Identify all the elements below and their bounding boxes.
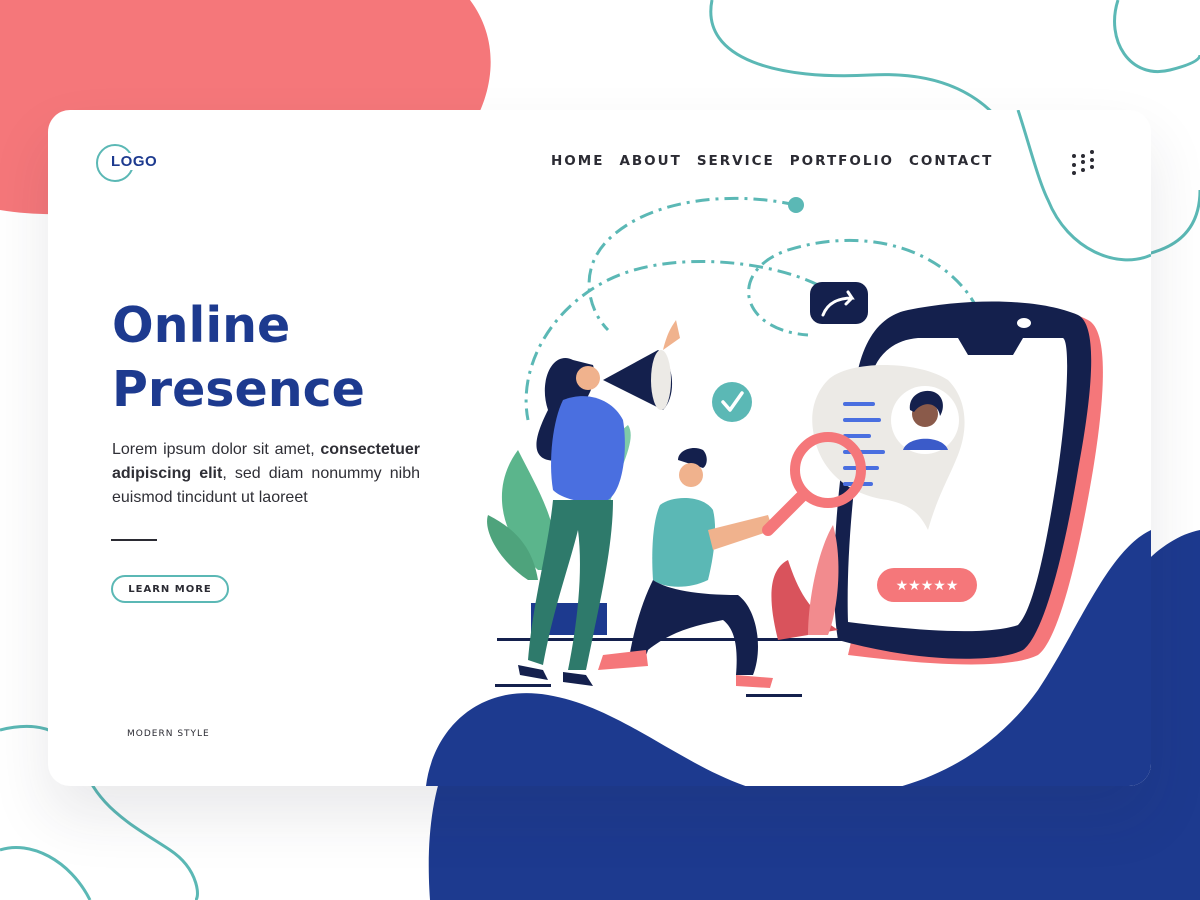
- ground-line-3: [746, 694, 802, 697]
- teal-curve-corner: [1113, 0, 1200, 73]
- woman-shirt: [551, 396, 625, 502]
- profile-line: [843, 418, 881, 422]
- landing-card: ★★★★★ LOGO HOME ABOUT SERVICE PORTFOLIO …: [48, 110, 1151, 786]
- teal-curve-bottom-2: [0, 845, 92, 900]
- check-icon: [712, 382, 752, 422]
- path-dot: [788, 197, 804, 213]
- man-pants: [628, 580, 758, 675]
- divider: [111, 539, 157, 541]
- phone-camera: [1017, 318, 1031, 328]
- man-shirt: [652, 498, 716, 587]
- desc-text: Lorem ipsum dolor sit amet,: [112, 441, 321, 458]
- rating-stars: ★★★★★: [896, 578, 959, 594]
- title-line-1: Online: [112, 297, 291, 354]
- ground-line-2: [495, 684, 551, 687]
- nav-portfolio[interactable]: PORTFOLIO: [790, 153, 894, 169]
- nav-service[interactable]: SERVICE: [697, 153, 775, 169]
- nav-contact[interactable]: CONTACT: [909, 153, 993, 169]
- logo-text[interactable]: LOGO: [110, 153, 159, 170]
- learn-more-button[interactable]: LEARN MORE: [111, 575, 229, 603]
- nav-about[interactable]: ABOUT: [619, 153, 681, 169]
- title-line-2: Presence: [112, 361, 365, 418]
- top-nav: HOME ABOUT SERVICE PORTFOLIO CONTACT: [551, 153, 1008, 169]
- hero-description: Lorem ipsum dolor sit amet, consectetuer…: [112, 438, 420, 510]
- menu-dots-icon[interactable]: [1072, 146, 1106, 176]
- page-title: Online Presence: [112, 294, 432, 422]
- share-bubble: [810, 282, 868, 324]
- teal-curve-card: [1016, 110, 1151, 262]
- nav-home[interactable]: HOME: [551, 153, 604, 169]
- profile-line: [843, 402, 875, 406]
- dash-path-1: [587, 196, 797, 332]
- style-label: MODERN STYLE: [127, 729, 210, 739]
